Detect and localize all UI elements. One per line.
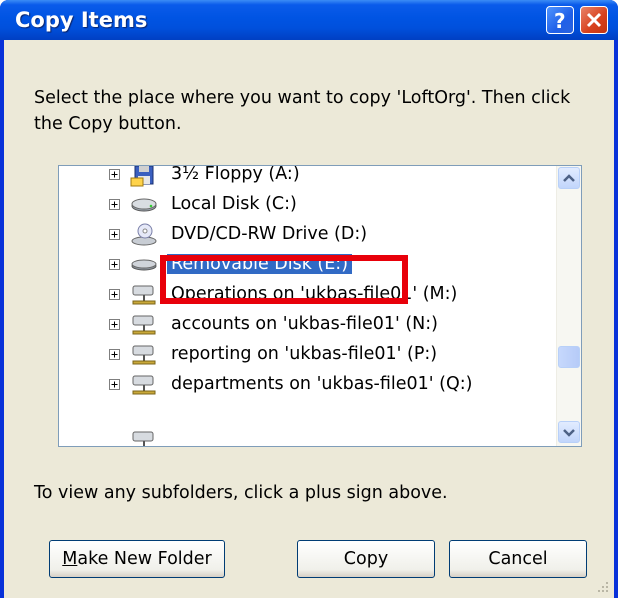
copy-items-dialog: Copy Items ? Select the place where you …: [0, 0, 618, 598]
tree-item[interactable]: reporting on 'ukbas-file01' (P:): [59, 340, 579, 370]
dialog-body: Select the place where you want to copy …: [4, 40, 614, 598]
instructions-text: Select the place where you want to copy …: [34, 88, 571, 134]
title-bar[interactable]: Copy Items ?: [0, 0, 618, 40]
tree-item[interactable]: 3½ Floppy (A:): [59, 165, 579, 192]
tree-item[interactable]: DVD/CD-RW Drive (D:): [59, 220, 579, 250]
close-icon: [586, 12, 602, 28]
tree-item-label: Local Disk (C:): [171, 194, 297, 214]
expand-plus-icon[interactable]: [109, 259, 120, 270]
expand-plus-icon[interactable]: [109, 199, 120, 210]
svg-text:?: ?: [554, 9, 566, 33]
hard-disk-icon: [129, 192, 159, 222]
expand-plus-icon[interactable]: [109, 319, 120, 330]
subfolder-hint: To view any subfolders, click a plus sig…: [34, 483, 448, 503]
tree-item[interactable]: departments on 'ukbas-file01' (Q:): [59, 370, 579, 400]
tree-item[interactable]: Local Disk (C:): [59, 190, 579, 220]
network-drive-icon: [129, 342, 159, 372]
expand-plus-icon[interactable]: [109, 169, 120, 180]
scroll-thumb[interactable]: [558, 346, 580, 368]
dialog-title: Copy Items: [15, 8, 148, 32]
expand-plus-icon[interactable]: [109, 289, 120, 300]
removable-disk-icon: [129, 252, 159, 282]
tree-item-label: DVD/CD-RW Drive (D:): [171, 224, 368, 244]
tree-item-label: accounts on 'ukbas-file01' (N:): [171, 314, 438, 334]
folder-tree[interactable]: 3½ Floppy (A:) Local Disk (C:) DVD/CD-RW D…: [58, 165, 582, 447]
copy-button[interactable]: Copy: [297, 540, 435, 578]
network-drive-icon: [129, 372, 159, 402]
floppy-icon: [129, 166, 159, 192]
tree-item[interactable]: accounts on 'ukbas-file01' (N:): [59, 310, 579, 340]
tree-item-label: 3½ Floppy (A:): [171, 165, 300, 184]
scroll-down-button[interactable]: [558, 421, 580, 443]
make-new-folder-button[interactable]: Make New Folder: [49, 540, 225, 578]
expand-plus-icon[interactable]: [109, 349, 120, 360]
cancel-button[interactable]: Cancel: [449, 540, 587, 578]
cd-drive-icon: [129, 222, 159, 252]
help-button[interactable]: ?: [546, 6, 574, 34]
expand-plus-icon[interactable]: [109, 379, 120, 390]
annotation-highlight-box: [160, 255, 408, 304]
network-drive-icon: [129, 428, 159, 446]
network-drive-icon: [129, 312, 159, 342]
network-drive-icon: [129, 282, 159, 312]
chevron-up-icon: [563, 174, 575, 182]
tree-item-label: reporting on 'ukbas-file01' (P:): [171, 344, 438, 364]
close-button[interactable]: [580, 6, 608, 34]
resize-grip-icon[interactable]: [596, 580, 610, 594]
chevron-down-icon: [563, 429, 575, 437]
vertical-scrollbar[interactable]: [556, 166, 581, 446]
tree-item-label: departments on 'ukbas-file01' (Q:): [171, 374, 473, 394]
scroll-up-button[interactable]: [558, 167, 580, 189]
expand-plus-icon[interactable]: [109, 229, 120, 240]
help-icon: ?: [554, 9, 566, 33]
